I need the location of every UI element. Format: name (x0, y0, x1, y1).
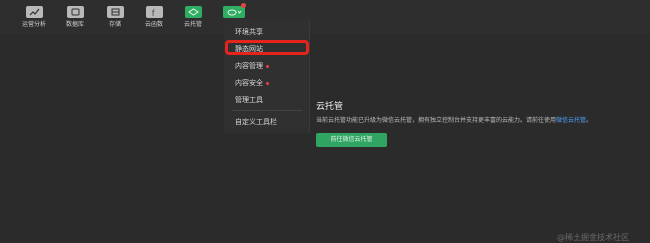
toolbar-item-label: 云函数 (144, 21, 163, 28)
svg-text:ƒ: ƒ (151, 9, 155, 16)
menu-divider (232, 110, 302, 111)
dropdown-menu: 环境共享 静态网站 内容管理 内容安全 管理工具 自定义工具栏 (224, 19, 310, 133)
toolbar-item-database[interactable]: 数据库 (53, 6, 97, 32)
page-description: 当前云托管功能已升级为微信云托管，拥有独立控制台并支持更丰富的云能力。请前往使用… (316, 117, 593, 124)
go-to-cloud-hosting-button[interactable]: 前往微信云托管 (316, 133, 387, 147)
toolbar: 运营分析 数据库 存储 ƒ 云函数 云托管 (0, 0, 650, 34)
toolbar-item-cloud-hosting[interactable]: 云托管 (171, 6, 215, 32)
new-badge-dot (266, 64, 269, 68)
toolbar-item-label: 运营分析 (21, 21, 46, 28)
analytics-icon (25, 6, 43, 18)
toolbar-item-storage[interactable]: 存储 (93, 6, 137, 32)
toolbar-item-analytics[interactable]: 运营分析 (12, 6, 56, 32)
function-icon: ƒ (145, 6, 163, 18)
cloud-hosting-link[interactable]: 微信云托管 (556, 117, 586, 124)
watermark: @稀土掘金技术社区 (557, 233, 629, 242)
toolbar-item-function[interactable]: ƒ 云函数 (132, 6, 176, 32)
toolbar-item-label: 存储 (108, 21, 121, 28)
notification-badge (241, 3, 246, 8)
cloud-hosting-icon (184, 6, 202, 18)
menu-item-content-manage[interactable]: 内容管理 (235, 62, 269, 71)
menu-item-custom-toolbar[interactable]: 自定义工具栏 (235, 118, 277, 127)
database-icon (66, 6, 84, 18)
highlight-annotation (225, 40, 309, 55)
storage-icon (106, 6, 124, 18)
toolbar-item-label: 云托管 (183, 21, 202, 28)
new-badge-dot (266, 81, 269, 85)
menu-item-admin-tools[interactable]: 管理工具 (235, 96, 263, 105)
menu-item-content-security[interactable]: 内容安全 (235, 79, 269, 88)
toolbar-item-label: 数据库 (65, 21, 84, 28)
page-title: 云托管 (316, 102, 344, 112)
menu-item-env-share[interactable]: 环境共享 (235, 28, 263, 37)
